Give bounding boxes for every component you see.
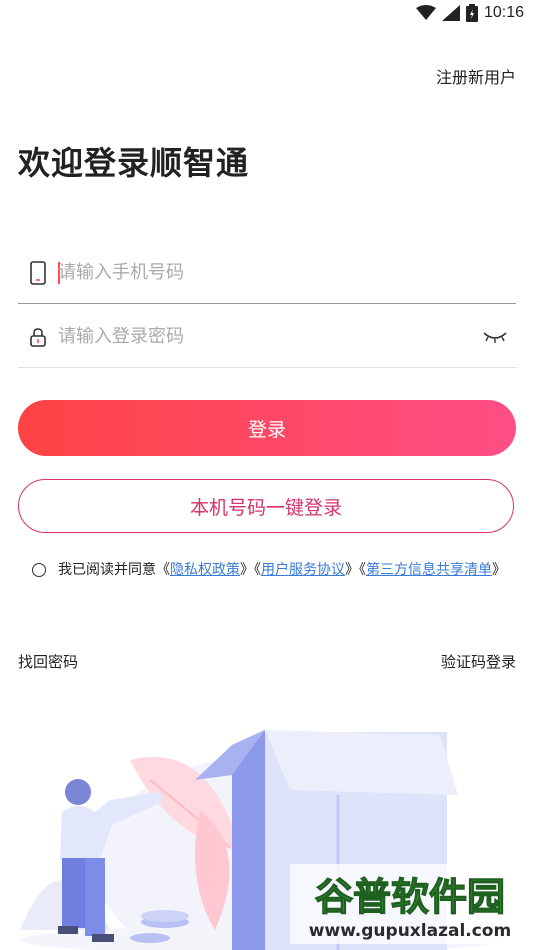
bracket-close: 》	[492, 562, 506, 578]
phone-input[interactable]	[58, 257, 458, 287]
privacy-policy-link[interactable]: 隐私权政策	[170, 562, 240, 578]
agree-radio[interactable]	[32, 563, 46, 577]
agreement-prefix: 我已阅读并同意	[58, 562, 156, 578]
wifi-icon	[415, 5, 436, 20]
sms-login-link[interactable]: 验证码登录	[441, 651, 516, 672]
eye-closed-icon[interactable]	[482, 327, 508, 345]
lock-icon	[30, 328, 46, 347]
status-time: 10:16	[483, 4, 524, 21]
cellular-signal-icon	[441, 5, 460, 21]
forgot-password-link[interactable]: 找回密码	[18, 651, 78, 672]
password-field[interactable]	[18, 305, 516, 368]
status-bar: 10:16	[0, 0, 534, 28]
watermark-title: 谷普软件园	[315, 875, 505, 919]
page-title: 欢迎登录顺智通	[18, 144, 250, 182]
register-new-user-link[interactable]: 注册新用户	[436, 64, 516, 88]
one-key-login-button[interactable]: 本机号码一键登录	[18, 479, 514, 533]
password-input[interactable]	[58, 321, 458, 351]
phone-field[interactable]	[18, 241, 516, 304]
user-agreement-link[interactable]: 用户服务协议	[261, 562, 345, 578]
bracket-open: 《	[254, 562, 261, 578]
watermark-url: www.gupuxlazal.com	[309, 921, 511, 941]
status-icons: 10:16	[415, 4, 524, 22]
bracket-close: 》	[345, 562, 359, 578]
login-button[interactable]: 登录	[18, 400, 516, 456]
phone-icon	[30, 261, 46, 285]
bracket-close: 》	[240, 562, 254, 578]
agreement-text: 我已阅读并同意《隐私权政策》《用户服务协议》《第三方信息共享清单》	[58, 561, 520, 580]
watermark-logo: 谷普软件园 www.gupuxlazal.com	[290, 864, 530, 944]
bracket-open: 《	[359, 562, 366, 578]
battery-icon	[465, 4, 478, 22]
third-party-list-link[interactable]: 第三方信息共享清单	[366, 562, 492, 578]
bracket-open: 《	[156, 562, 170, 578]
